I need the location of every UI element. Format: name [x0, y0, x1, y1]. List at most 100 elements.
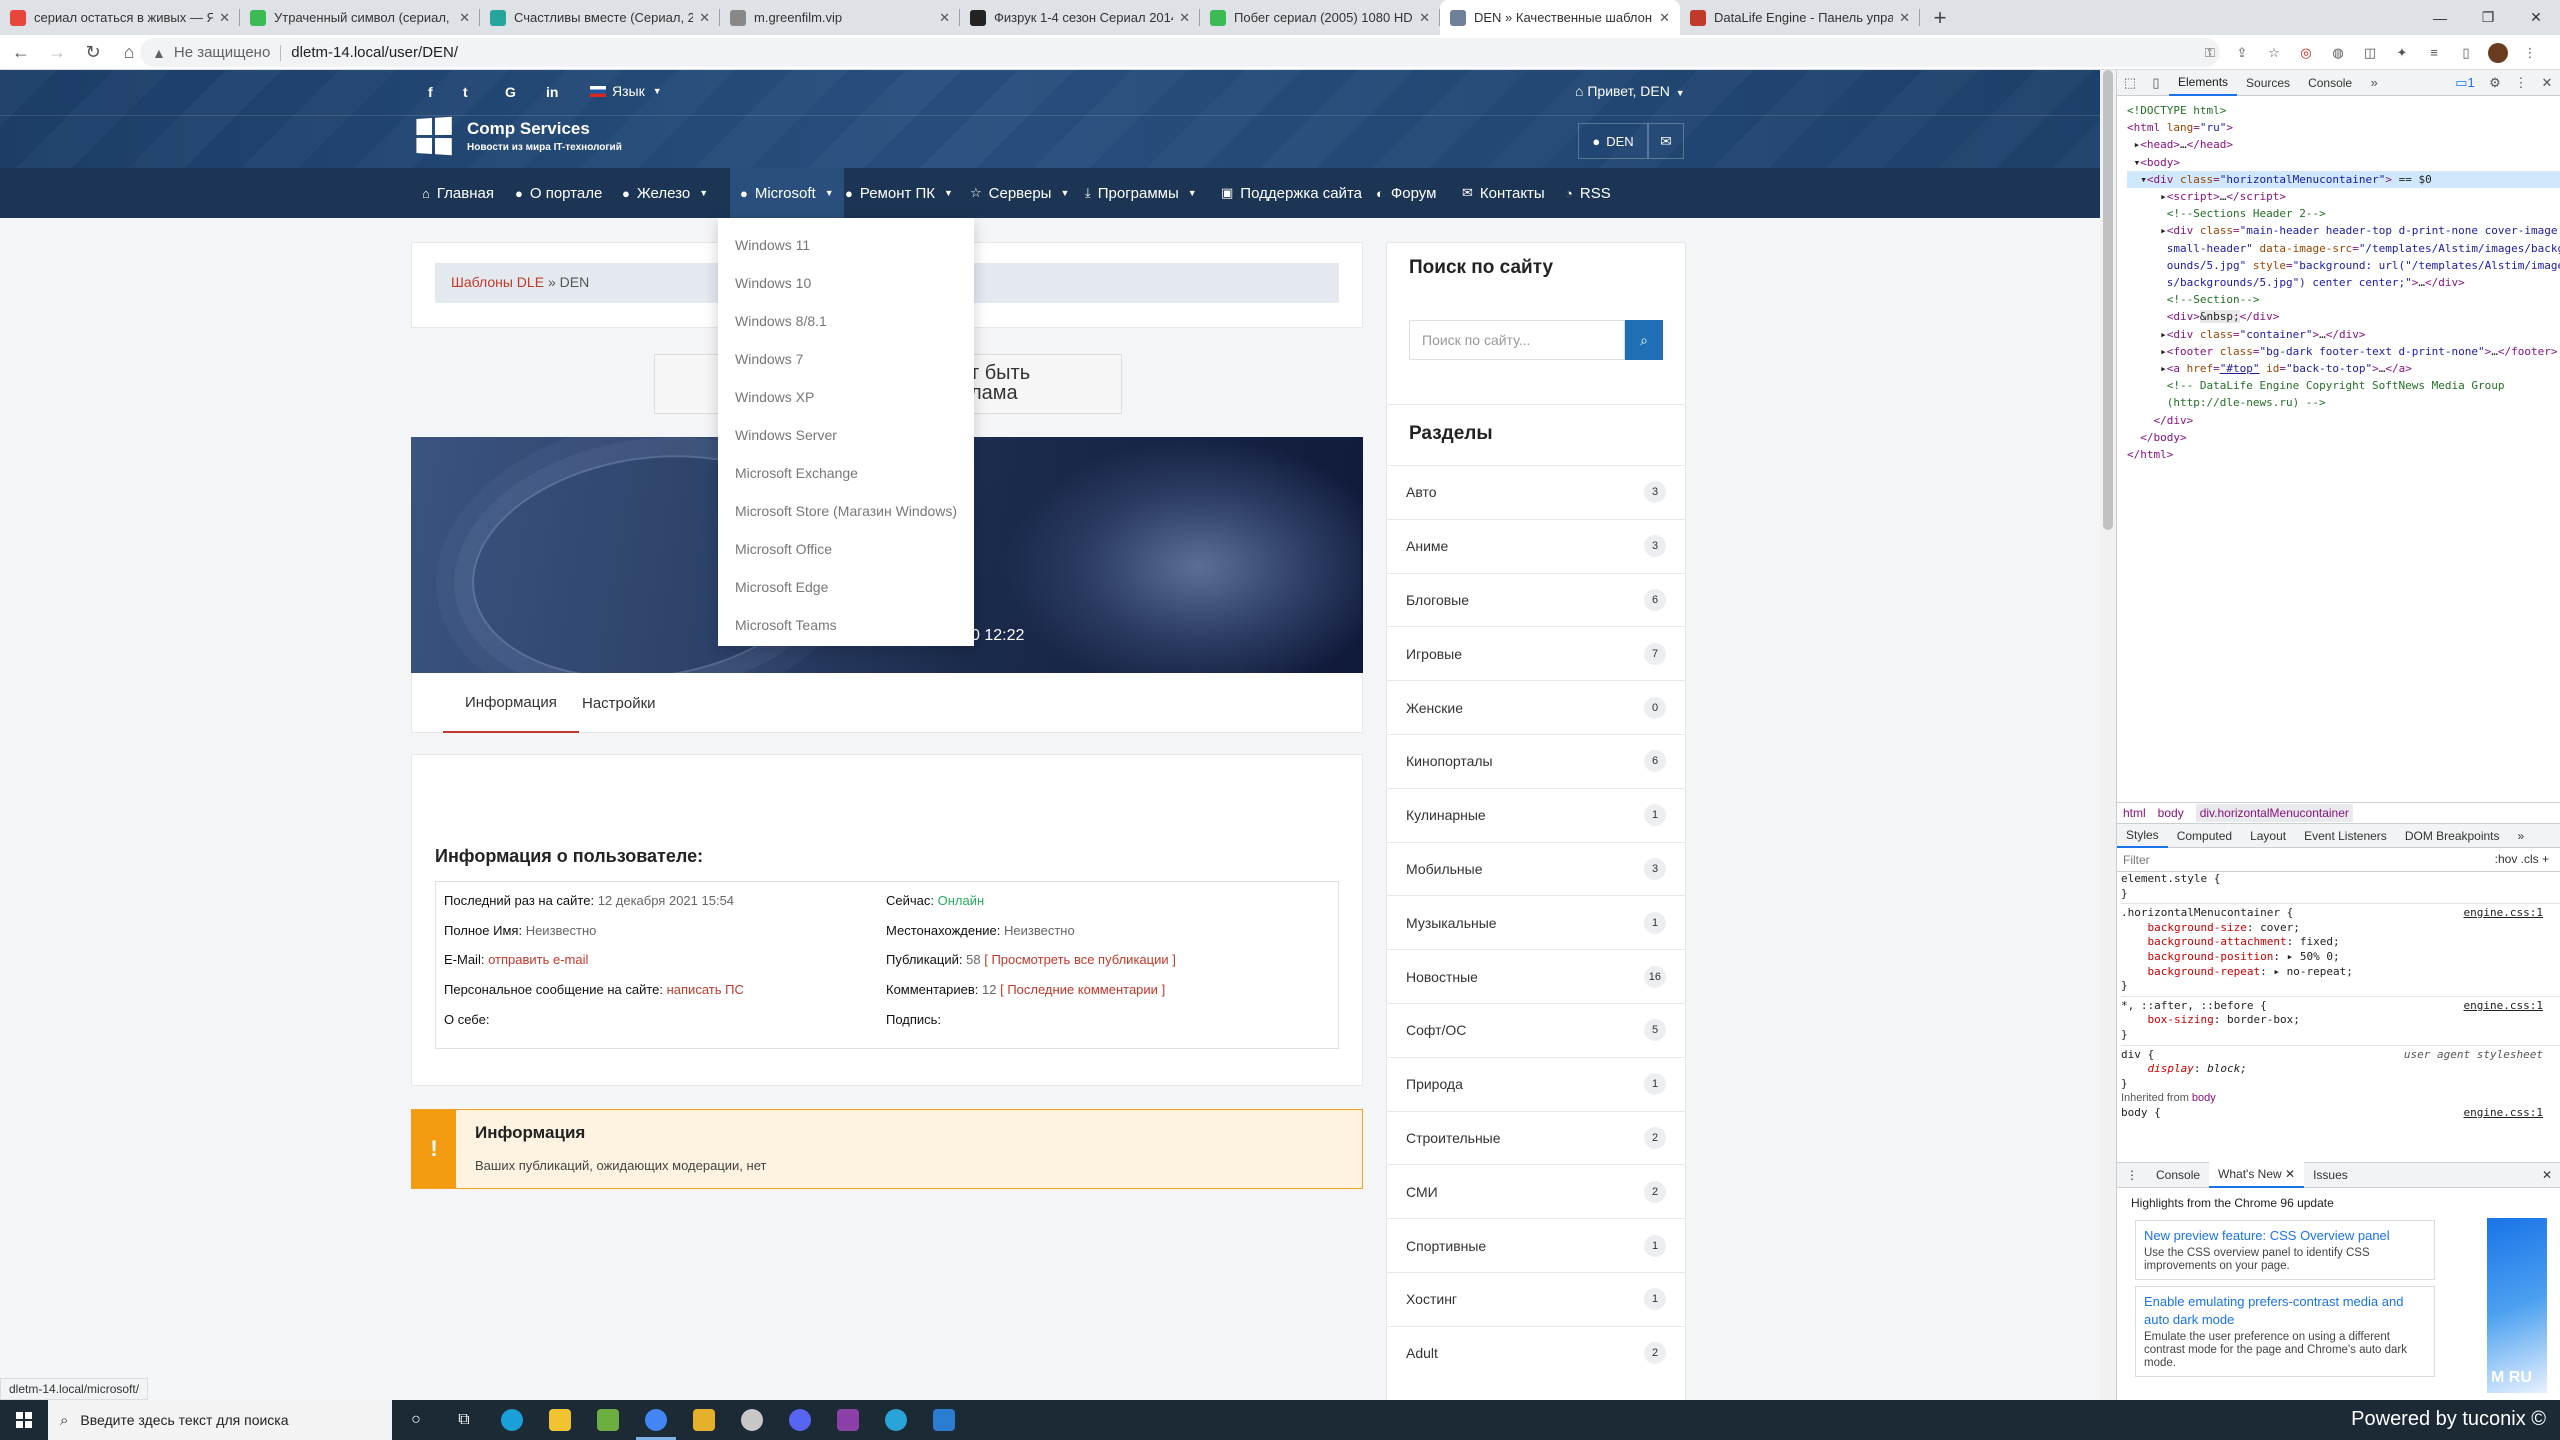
- category-name[interactable]: Кулинарные: [1406, 807, 1486, 823]
- dom-line[interactable]: </body>: [2127, 429, 2560, 446]
- category-item[interactable]: Adult 2: [1386, 1325, 1686, 1380]
- crumb-body[interactable]: body: [2158, 806, 2184, 820]
- close-icon[interactable]: ✕: [1419, 10, 1430, 26]
- dom-line[interactable]: <!--Section-->: [2127, 291, 2560, 308]
- style-decl[interactable]: background-repeat: ▸ no-repeat;: [2121, 965, 2560, 980]
- style-rule[interactable]: }: [2121, 887, 2560, 902]
- category-item[interactable]: Игровые 7: [1386, 626, 1686, 680]
- drawer-tab-whats-new[interactable]: What's New ✕: [2209, 1162, 2305, 1188]
- minimize-icon[interactable]: —: [2416, 0, 2464, 35]
- scrollbar-thumb[interactable]: [2103, 70, 2113, 530]
- puzzle-icon[interactable]: ✦: [2392, 43, 2412, 63]
- more-tabs-icon[interactable]: »: [2509, 824, 2534, 848]
- category-name[interactable]: Новостные: [1406, 969, 1478, 985]
- category-name[interactable]: Кинопорталы: [1406, 753, 1493, 769]
- category-item[interactable]: Авто 3: [1386, 465, 1686, 519]
- whats-new-title[interactable]: Enable emulating prefers-contrast media …: [2144, 1293, 2426, 1329]
- bookmark-star-icon[interactable]: ☆: [2264, 43, 2284, 63]
- dom-line-selected[interactable]: ▾<div class="horizontalMenucontainer"> =…: [2127, 170, 2560, 189]
- page-scrollbar[interactable]: [2100, 70, 2116, 1400]
- close-icon[interactable]: ✕: [459, 10, 470, 26]
- tab-information[interactable]: Информация: [443, 673, 579, 733]
- whats-new-item[interactable]: New preview feature: CSS Overview panel U…: [2135, 1220, 2435, 1280]
- style-rule[interactable]: }: [2121, 1028, 2560, 1043]
- menu-icon[interactable]: ⋮: [2520, 43, 2540, 63]
- mail-icon[interactable]: ✉: [1648, 123, 1684, 159]
- style-rule[interactable]: div {user agent stylesheet: [2121, 1048, 2560, 1063]
- category-item[interactable]: СМИ 2: [1386, 1164, 1686, 1218]
- category-name[interactable]: Софт/ОС: [1406, 1022, 1466, 1038]
- close-icon[interactable]: ✕: [2533, 1162, 2560, 1188]
- reload-icon[interactable]: ↻: [78, 37, 108, 67]
- close-icon[interactable]: ✕: [2285, 1167, 2295, 1181]
- cortana-icon[interactable]: ○: [392, 1400, 440, 1440]
- nav-item-3[interactable]: ● Железо ▼: [622, 168, 708, 218]
- close-window-icon[interactable]: ✕: [2512, 0, 2560, 35]
- tab-elements[interactable]: Elements: [2169, 70, 2238, 96]
- category-name[interactable]: СМИ: [1406, 1184, 1438, 1200]
- style-decl[interactable]: box-sizing: border-box;: [2121, 1013, 2560, 1028]
- tab-styles[interactable]: Styles: [2117, 824, 2168, 848]
- category-item[interactable]: Кинопорталы 6: [1386, 733, 1686, 788]
- nav-item-10[interactable]: ✉ Контакты: [1462, 168, 1545, 218]
- extension-icon[interactable]: ◫: [2360, 43, 2380, 63]
- style-decl[interactable]: background-size: cover;: [2121, 921, 2560, 936]
- dom-line[interactable]: ▾<body>: [2127, 154, 2560, 171]
- greeting-menu[interactable]: ⌂ Привет, DEN ▼: [1575, 83, 1685, 99]
- category-item[interactable]: Новостные 16: [1386, 949, 1686, 1003]
- opera-icon[interactable]: ◎: [2296, 43, 2316, 63]
- style-rule[interactable]: body {engine.css:1: [2121, 1106, 2560, 1121]
- browser-tab[interactable]: Счастливы вместе (Сериал, 20… ✕: [480, 0, 720, 35]
- close-icon[interactable]: ✕: [699, 10, 710, 26]
- info-link[interactable]: отправить e-mail: [488, 952, 588, 967]
- browser-tab[interactable]: Побег сериал (2005) 1080 HD с… ✕: [1200, 0, 1440, 35]
- more-icon[interactable]: ⋮: [2508, 70, 2534, 96]
- file-explorer-icon[interactable]: [536, 1400, 584, 1440]
- whats-new-item[interactable]: Enable emulating prefers-contrast media …: [2135, 1286, 2435, 1377]
- dom-line[interactable]: <html lang="ru">: [2127, 119, 2560, 136]
- dropdown-item[interactable]: Windows XP: [718, 378, 974, 416]
- dom-line[interactable]: ▸<head>…</head>: [2127, 136, 2560, 153]
- avatar[interactable]: [2488, 42, 2508, 63]
- chrome-icon[interactable]: [632, 1400, 680, 1440]
- breadcrumb-link[interactable]: Шаблоны DLE: [451, 274, 544, 290]
- category-name[interactable]: Природа: [1406, 1076, 1463, 1092]
- dom-line[interactable]: <div>&nbsp;</div>: [2127, 308, 2560, 325]
- search-button[interactable]: ⌕: [1625, 320, 1663, 360]
- nav-item-8[interactable]: ▣ Поддержка сайта: [1221, 168, 1362, 218]
- winrar-icon[interactable]: [824, 1400, 872, 1440]
- dropdown-item[interactable]: Windows 7: [718, 340, 974, 378]
- category-name[interactable]: Мобильные: [1406, 861, 1483, 877]
- dom-line[interactable]: <!DOCTYPE html>: [2127, 102, 2560, 119]
- crumb-div[interactable]: div.horizontalMenucontainer: [2195, 804, 2353, 822]
- category-item[interactable]: Хостинг 1: [1386, 1271, 1686, 1326]
- dom-tree[interactable]: <!DOCTYPE html> <html lang="ru"> ▸<head>…: [2117, 98, 2560, 798]
- tab-layout[interactable]: Layout: [2241, 824, 2295, 848]
- insecure-label[interactable]: Не защищено: [174, 44, 270, 61]
- nav-item-4[interactable]: ● Microsoft ▼: [730, 168, 844, 218]
- search-input[interactable]: Поиск по сайту...: [1409, 320, 1625, 360]
- category-item[interactable]: Женские 0: [1386, 680, 1686, 734]
- sidebar-icon[interactable]: ▯: [2456, 43, 2476, 63]
- close-icon[interactable]: ✕: [219, 10, 230, 26]
- category-name[interactable]: Игровые: [1406, 646, 1462, 662]
- style-decl[interactable]: background-attachment: fixed;: [2121, 935, 2560, 950]
- tab-console[interactable]: Console: [2299, 70, 2361, 96]
- discord-icon[interactable]: [776, 1400, 824, 1440]
- telegram-icon[interactable]: [872, 1400, 920, 1440]
- style-decl[interactable]: display: block;: [2121, 1062, 2560, 1077]
- forward-icon[interactable]: →: [42, 37, 72, 67]
- whats-new-title[interactable]: New preview feature: CSS Overview panel: [2144, 1227, 2426, 1245]
- edge-icon[interactable]: [488, 1400, 536, 1440]
- task-view-icon[interactable]: ⧉: [440, 1400, 488, 1440]
- warning-icon[interactable]: ▲: [152, 45, 166, 61]
- site-logo[interactable]: Comp Services Новости из мира IT-техноло…: [415, 116, 622, 156]
- crumb-html[interactable]: html: [2123, 806, 2146, 820]
- style-rule[interactable]: }: [2121, 1077, 2560, 1092]
- gear-icon[interactable]: ⚙: [2482, 70, 2508, 96]
- dropdown-item[interactable]: Windows 11: [718, 226, 974, 264]
- maximize-icon[interactable]: ❐: [2464, 0, 2512, 35]
- dom-line[interactable]: </html>: [2127, 446, 2560, 463]
- style-rule[interactable]: }: [2121, 979, 2560, 994]
- tab-settings[interactable]: Настройки: [560, 673, 678, 733]
